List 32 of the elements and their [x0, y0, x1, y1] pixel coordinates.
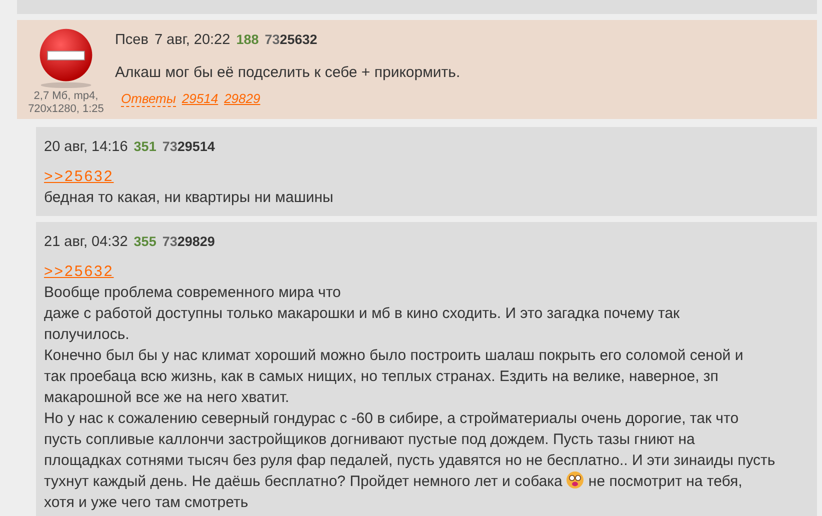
quote-link[interactable]: >>25632: [44, 166, 114, 187]
post-text: бедная то какая, ни квартиры ни машины: [44, 189, 334, 206]
post-text: так проебаца всю жизнь, как в самых нищих, но теплых странах. Ездить на велике, наверное, зп: [44, 368, 718, 385]
post-text: Но у нас к сожалению северный гондурас с -60 в сибире, а стройматериалы очень дорогие, так что: [44, 410, 739, 427]
post-id: 7329514: [162, 138, 215, 156]
reply-link[interactable]: 29514: [182, 91, 218, 107]
file-info: 720x1280, 1:25: [28, 103, 104, 116]
post-id: 7329829: [162, 233, 215, 251]
post-date: 21 авг, 04:32: [44, 233, 128, 252]
post-text: Вообще проблема современного мира что: [44, 284, 341, 301]
post-text: Конечно был бы у нас климат хороший можно было построить шалаш покрыть его соломой сеной и: [44, 347, 744, 364]
emoji-icon: [566, 471, 584, 489]
post-number: 188: [236, 31, 259, 49]
post-author: Псев: [115, 31, 148, 50]
post-text: макарошной все же на него хватит.: [44, 389, 290, 406]
replies-label[interactable]: Ответы: [121, 91, 176, 107]
post-number: 351: [134, 138, 156, 156]
quote-link[interactable]: >>25632: [44, 261, 114, 282]
post-text: Алкаш мог бы её подселить к себе + прикормить.: [115, 63, 462, 83]
post-text: тухнут каждый день. Не даёшь бесплатно? Пройдет немного лет и собака: [44, 473, 562, 490]
post-id: 7325632: [264, 31, 318, 49]
post-text: получилось.: [44, 326, 130, 343]
post-text: хотя и уже чего там смотреть: [44, 494, 248, 511]
post-number: 355: [134, 233, 156, 251]
post-date: 20 авг, 14:16: [44, 138, 128, 157]
post-text: площадках сотнями тысяч без руля фар педалей, пусть удавятся но не бесплатно.. И эти зинаиды пусть: [44, 452, 776, 469]
post-date: 7 авг, 20:22: [154, 31, 230, 50]
post-text: даже с работой доступны только макарошки и мб в кино сходить. И это загадка почему так: [44, 305, 680, 322]
post-text: пусть сопливые каллончи застройщиков догнивают пустые под дождем. Пусть тазы гниют на: [44, 431, 695, 448]
post-text: не посмотрит на тебя,: [588, 473, 742, 490]
file-info: 2,7 Мб, mp4,: [34, 90, 98, 103]
reply-link[interactable]: 29829: [224, 91, 260, 107]
